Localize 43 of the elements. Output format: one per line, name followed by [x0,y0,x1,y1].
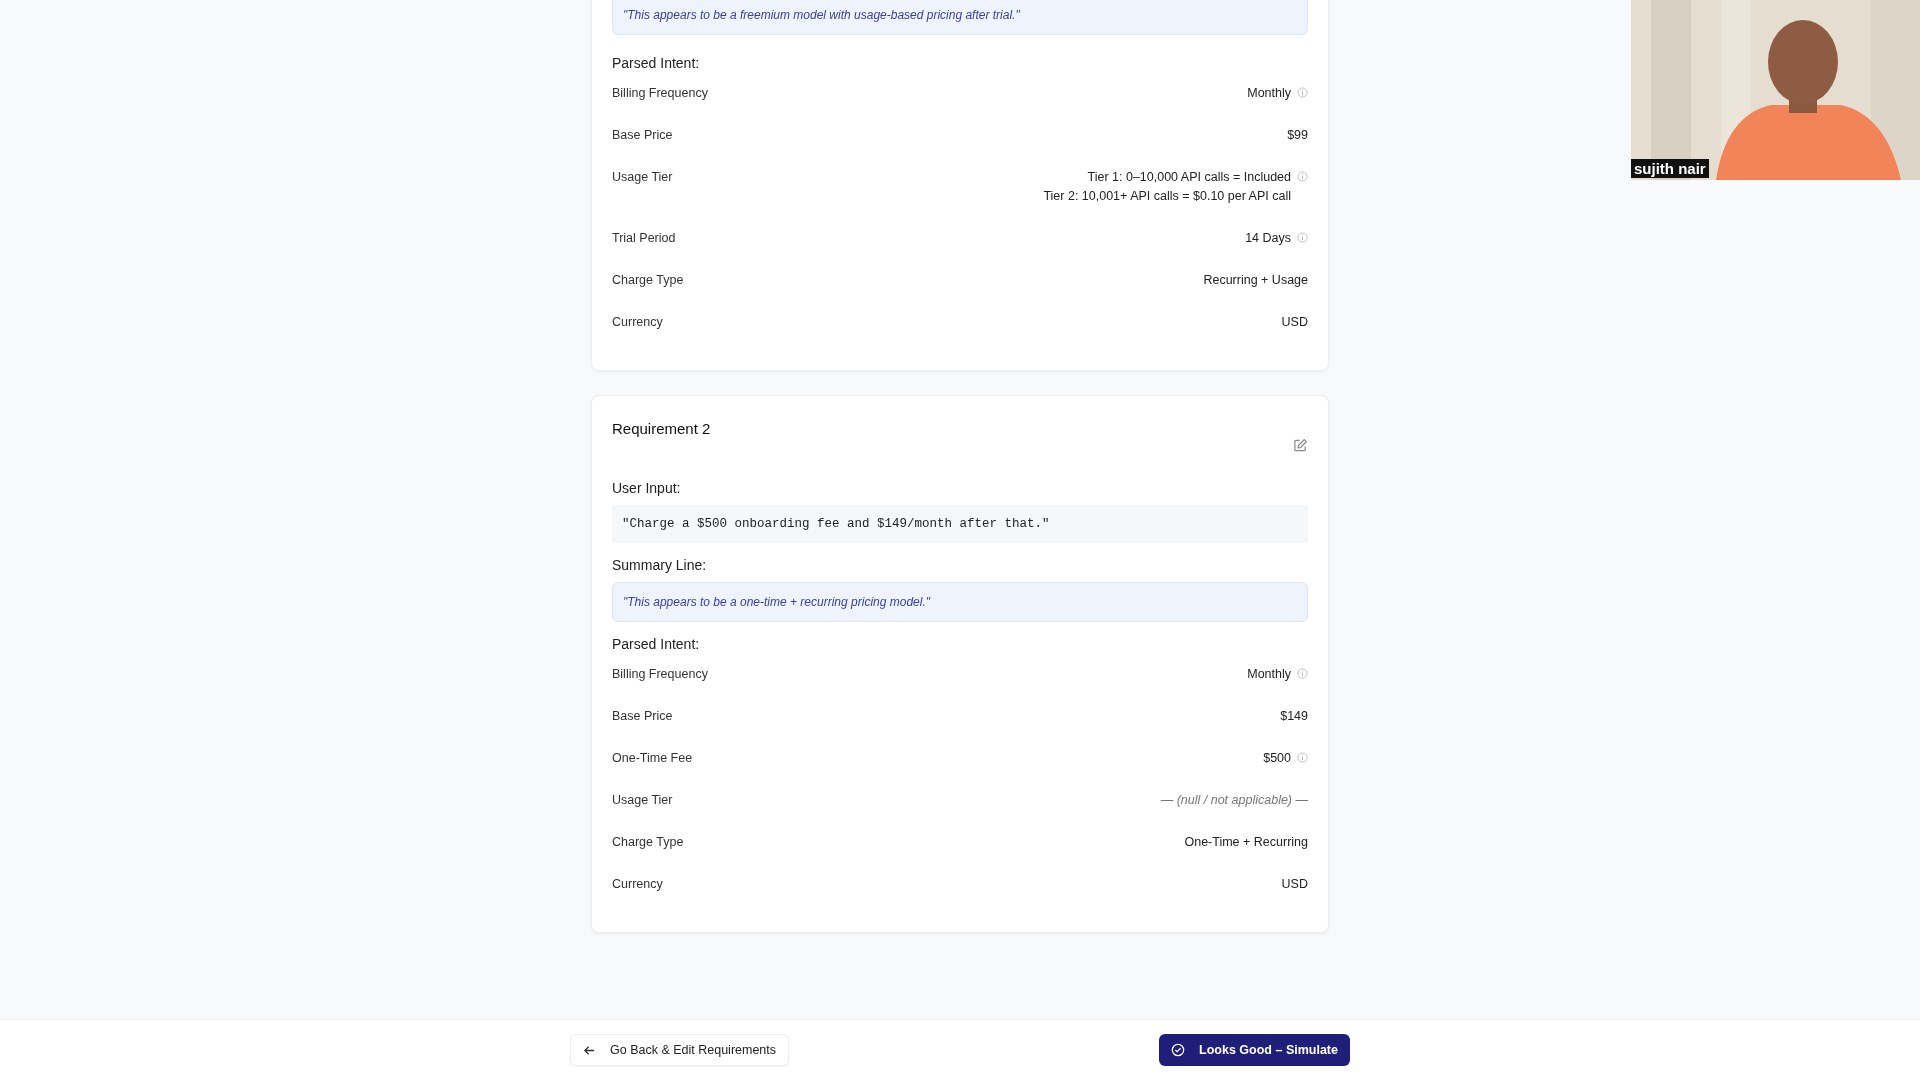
check-circle-icon [1171,1043,1186,1057]
field-label: Charge Type [612,834,684,850]
field-label: One-Time Fee [612,750,693,766]
summary-text: "This appears to be a freemium model with usage-based pricing after trial." [612,0,1308,35]
section-label: User Input: [612,480,682,496]
section-label: Summary Line: [612,557,708,573]
field-label: Billing Frequency [612,85,708,101]
field-label: Currency [612,876,663,892]
field-label: Base Price [612,127,673,143]
field-value: — (null / not applicable) — [1160,792,1308,808]
back-button[interactable]: Go Back & Edit Requirements [570,1034,790,1066]
info-icon[interactable] [1297,752,1308,763]
simulate-button[interactable]: Looks Good – Simulate [1159,1034,1350,1066]
card-title: Requirement 2 [612,420,711,437]
field-value: USD [1281,876,1308,892]
field-value: USD [1281,314,1308,330]
field-label: Base Price [612,708,673,724]
field-label: Trial Period [612,230,676,246]
info-icon[interactable] [1297,87,1308,98]
field-value: Tier 2: 10,001+ API calls = $0.10 per API call [1043,188,1291,204]
info-icon[interactable] [1297,232,1308,243]
field-label: Usage Tier [612,169,673,185]
field-value: $500 [1263,750,1291,766]
info-icon[interactable] [1297,171,1308,182]
participant-name: sujith nair [1631,159,1709,178]
field-value: 14 Days [1245,230,1291,246]
field-label: Usage Tier [612,792,673,808]
user-input-text: "Charge a $500 onboarding fee and $149/month after that." [612,505,1308,543]
info-icon[interactable] [1297,668,1308,679]
field-value: One-Time + Recurring [1184,834,1308,850]
edit-icon[interactable] [1293,438,1308,453]
field-label: Currency [612,314,663,330]
field-value: $149 [1280,708,1308,724]
field-label: Billing Frequency [612,666,708,682]
field-value: Recurring + Usage [1203,272,1308,288]
field-value: Tier 1: 0–10,000 API calls = Included [1087,169,1291,185]
field-label: Charge Type [612,272,684,288]
field-value: Monthly [1247,666,1291,682]
section-label: Parsed Intent: [612,636,701,652]
field-value: $99 [1287,127,1308,143]
section-label: Parsed Intent: [612,55,701,71]
summary-text: "This appears to be a one-time + recurring pricing model." [612,582,1308,622]
field-value: Monthly [1247,85,1291,101]
